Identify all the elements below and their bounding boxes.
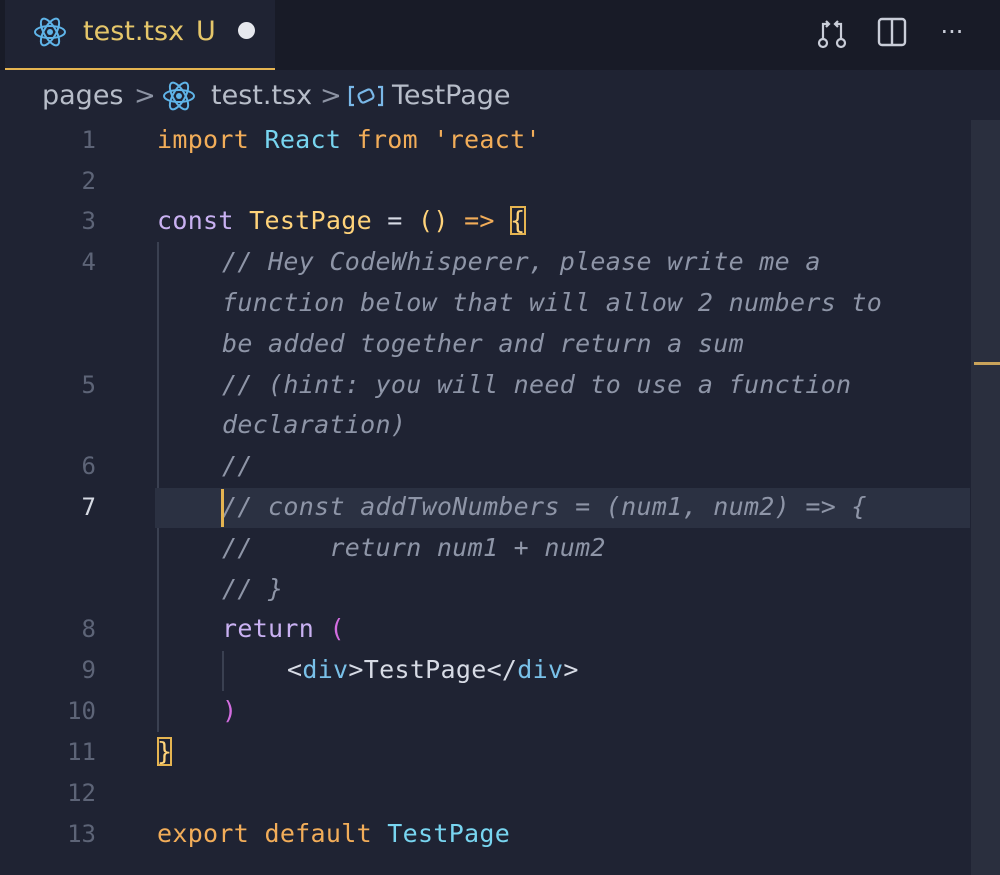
indent-guide — [222, 651, 224, 691]
token-string: 'react' — [433, 125, 541, 154]
tab-filename: test.tsx — [83, 16, 185, 47]
compare-changes-icon[interactable] — [812, 12, 852, 52]
unsaved-dot-icon[interactable] — [238, 22, 255, 39]
line-number[interactable]: 3 — [40, 201, 96, 241]
more-actions-icon[interactable]: ··· — [932, 12, 972, 52]
code-line-3[interactable]: const TestPage = () => { — [157, 201, 526, 241]
code-line-13[interactable]: export default TestPage — [157, 814, 510, 854]
code-line-10[interactable]: ) — [222, 691, 237, 731]
code-line-6[interactable]: // — [222, 446, 253, 486]
token-identifier: TestPage — [387, 819, 511, 848]
code-editor[interactable]: 1 2 3 4 5 6 7 8 9 10 11 12 13 import Rea… — [0, 120, 1000, 875]
line-number[interactable]: 1 — [40, 120, 96, 160]
line-number[interactable]: 11 — [40, 732, 96, 772]
code-line-8[interactable]: return ( — [222, 609, 345, 649]
code-line-7-suggestion[interactable]: // const addTwoNumbers = (num1, num2) =>… — [222, 487, 867, 527]
code-line-11[interactable]: } — [157, 732, 173, 772]
token-brace-match: { — [510, 206, 526, 235]
tab-bar: test.tsx U ··· — [0, 0, 1000, 70]
code-line-1[interactable]: import React from 'react' — [157, 120, 541, 160]
token-keyword: export — [157, 819, 250, 848]
chevron-right-icon: > — [320, 81, 342, 111]
breadcrumb: pages > test.tsx > TestPage — [0, 74, 1000, 118]
code-line-5[interactable]: // (hint: you will need to use a functio… — [222, 365, 851, 405]
token-keyword: default — [264, 819, 372, 848]
line-number[interactable]: 2 — [40, 161, 96, 201]
code-line-7-suggestion[interactable]: // } — [222, 569, 283, 609]
react-icon — [163, 81, 195, 111]
token-identifier: React — [264, 125, 342, 154]
line-number[interactable]: 12 — [40, 773, 96, 813]
react-icon — [34, 17, 66, 47]
token-punct: < — [287, 655, 303, 684]
token-operator: = — [387, 206, 403, 235]
split-editor-icon[interactable] — [872, 12, 912, 52]
token-text: >TestPage</ — [348, 655, 518, 684]
line-number-active[interactable]: 7 — [40, 487, 96, 527]
indent-guide — [157, 242, 159, 488]
token-punct: > — [563, 655, 579, 684]
token-keyword: import — [157, 125, 250, 154]
scrollbar-marker — [974, 362, 1000, 365]
chevron-right-icon: > — [134, 81, 156, 111]
token-arrow: => — [464, 206, 495, 235]
git-status-badge: U — [196, 16, 216, 47]
token-brace-match: } — [157, 737, 173, 766]
token-parens: () — [418, 206, 449, 235]
line-number[interactable]: 6 — [40, 446, 96, 486]
breadcrumb-item-file[interactable]: test.tsx — [211, 76, 312, 116]
code-line-4[interactable]: // Hey CodeWhisperer, please write me a — [222, 242, 821, 282]
tab-test-tsx[interactable]: test.tsx U — [5, 0, 275, 70]
breadcrumb-item-pages[interactable]: pages — [42, 76, 124, 116]
token-keyword: const — [157, 206, 234, 235]
line-number[interactable]: 10 — [40, 691, 96, 731]
line-number[interactable]: 4 — [40, 242, 96, 282]
code-line-5-wrap[interactable]: declaration) — [222, 405, 406, 445]
line-number[interactable]: 13 — [40, 814, 96, 854]
code-line-7-suggestion[interactable]: // return num1 + num2 — [222, 528, 606, 568]
breadcrumb-item-symbol[interactable]: TestPage — [392, 76, 511, 116]
token-tag: div — [302, 655, 349, 684]
symbol-variable-icon — [348, 85, 384, 107]
indent-guide — [157, 528, 159, 732]
code-line-9[interactable]: <div>TestPage</div> — [287, 650, 579, 690]
text-cursor — [221, 489, 224, 527]
line-number[interactable]: 5 — [40, 365, 96, 405]
code-line-4-wrap[interactable]: be added together and return a sum — [222, 324, 744, 364]
line-number[interactable]: 8 — [40, 609, 96, 649]
token-keyword: from — [356, 125, 418, 154]
vertical-scrollbar[interactable] — [971, 120, 1000, 875]
token-function-name: TestPage — [249, 206, 372, 235]
token-paren: ( — [329, 614, 345, 643]
token-keyword: return — [222, 614, 315, 643]
code-line-4-wrap[interactable]: function below that will allow 2 numbers… — [222, 283, 882, 323]
line-number[interactable]: 9 — [40, 650, 96, 690]
token-tag: div — [517, 655, 564, 684]
